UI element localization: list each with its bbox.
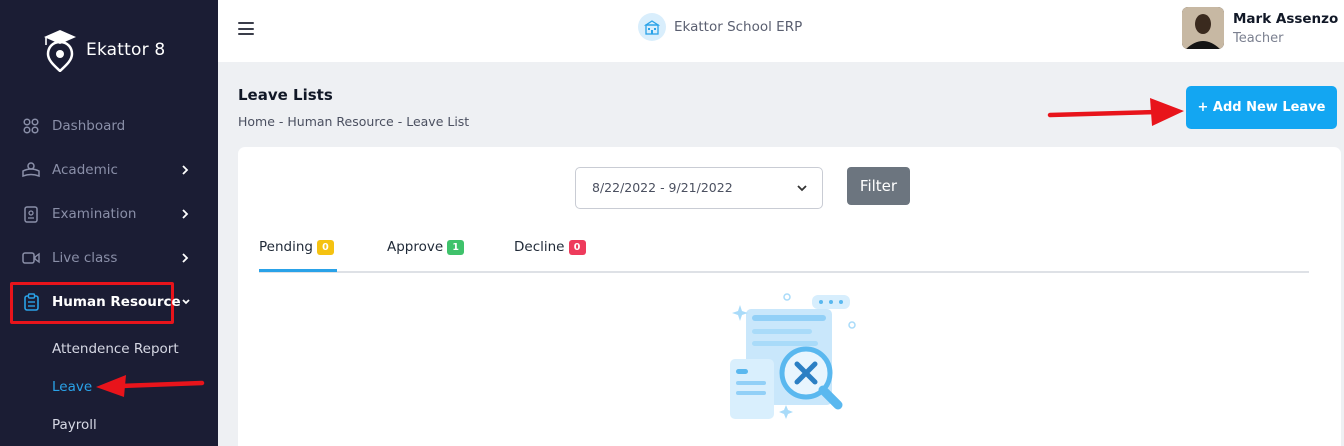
sidebar: Ekattor 8 Dashboard Academic Examination… xyxy=(0,0,218,446)
chevron-down-icon xyxy=(182,299,190,305)
empty-state-illustration xyxy=(730,293,856,419)
sidebar-item-live-class[interactable]: Live class xyxy=(0,240,218,276)
tab-label: Approve xyxy=(387,239,444,255)
date-range-picker[interactable]: 8/22/2022 - 9/21/2022 xyxy=(575,167,823,209)
filter-button[interactable]: Filter xyxy=(847,167,910,205)
sidebar-item-academic[interactable]: Academic xyxy=(0,152,218,188)
sidebar-item-dashboard[interactable]: Dashboard xyxy=(0,108,218,144)
sidebar-item-label: Academic xyxy=(52,162,118,178)
app-title: Ekattor School ERP xyxy=(674,19,803,35)
count-badge: 0 xyxy=(316,239,334,255)
count-badge: 1 xyxy=(447,239,465,255)
clipboard-icon xyxy=(22,293,40,311)
chevron-right-icon xyxy=(182,209,189,219)
page-title: Leave Lists xyxy=(238,86,333,104)
dashboard-icon xyxy=(22,117,40,135)
sidebar-item-label: Live class xyxy=(52,250,118,266)
chevron-down-icon xyxy=(797,185,807,192)
submenu-item-attendance-report[interactable]: Attendence Report xyxy=(52,341,179,357)
academic-icon xyxy=(22,161,40,179)
brand-logo[interactable]: Ekattor 8 xyxy=(42,28,165,72)
annotation-arrow-left xyxy=(96,375,205,397)
sidebar-item-human-resource[interactable]: Human Resource xyxy=(0,284,218,320)
user-name[interactable]: Mark Assenzo xyxy=(1233,11,1338,27)
top-bar: Ekattor School ERP Mark Assenzo Teacher xyxy=(218,0,1344,62)
tab-decline[interactable]: Decline 0 xyxy=(514,239,586,255)
leave-list-card: 8/22/2022 - 9/21/2022 Filter Pending 0 A… xyxy=(238,147,1341,446)
examination-icon xyxy=(22,205,40,223)
tab-label: Pending xyxy=(259,239,313,255)
app-brand: Ekattor School ERP xyxy=(638,13,802,41)
sidebar-item-label: Examination xyxy=(52,206,137,222)
sidebar-item-label: Human Resource xyxy=(52,294,181,310)
video-icon xyxy=(22,249,40,267)
status-tabs: Pending 0 Approve 1 Decline 0 xyxy=(259,231,1309,273)
submenu-item-leave[interactable]: Leave xyxy=(52,379,92,395)
submenu-item-payroll[interactable]: Payroll xyxy=(52,417,97,433)
chevron-right-icon xyxy=(182,253,189,263)
graduation-pin-icon xyxy=(44,30,76,72)
tab-approve[interactable]: Approve 1 xyxy=(387,239,465,255)
menu-toggle-icon[interactable] xyxy=(238,22,254,35)
school-icon xyxy=(638,13,666,41)
tab-pending[interactable]: Pending 0 xyxy=(259,239,334,255)
active-tab-indicator xyxy=(259,269,337,272)
user-role: Teacher xyxy=(1233,31,1284,46)
chevron-right-icon xyxy=(182,165,189,175)
sidebar-item-examination[interactable]: Examination xyxy=(0,196,218,232)
brand-name: Ekattor 8 xyxy=(86,40,166,60)
sidebar-item-label: Dashboard xyxy=(52,118,126,134)
count-badge: 0 xyxy=(568,239,586,255)
annotation-arrow-right xyxy=(1047,98,1184,126)
avatar[interactable] xyxy=(1182,7,1224,49)
tab-label: Decline xyxy=(514,239,565,255)
date-range-value: 8/22/2022 - 9/21/2022 xyxy=(592,180,733,195)
breadcrumb: Home - Human Resource - Leave List xyxy=(238,114,470,129)
add-new-leave-button[interactable]: + Add New Leave xyxy=(1186,86,1337,129)
